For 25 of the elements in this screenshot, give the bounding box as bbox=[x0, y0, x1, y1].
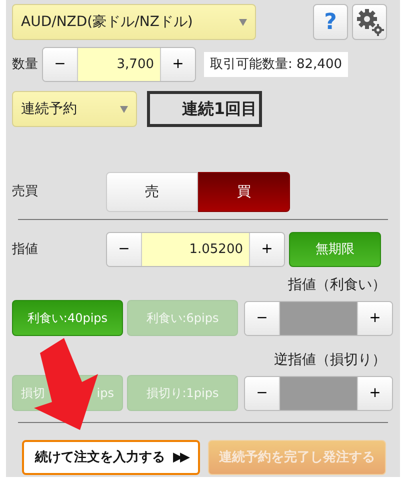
section-heading: 逆指値（損切り） bbox=[273, 351, 387, 370]
section-heading: 指値（利食い） bbox=[287, 276, 387, 295]
help-button[interactable]: ? bbox=[313, 4, 348, 40]
sequence-label: 連続1回目 bbox=[147, 91, 262, 127]
value-field[interactable]: 1.05200 bbox=[141, 233, 250, 266]
order-type-select[interactable]: 連続予約 bbox=[12, 91, 137, 127]
dropdown-caret-icon bbox=[120, 106, 128, 112]
side-label: 売買 bbox=[12, 183, 39, 202]
minus-button[interactable]: − bbox=[107, 233, 141, 266]
plus-button[interactable]: + bbox=[250, 233, 284, 266]
currency-select[interactable]: AUD/NZD(豪ドル/NZドル) bbox=[12, 4, 256, 40]
order-type-value: 連続予約 bbox=[21, 100, 77, 118]
settings-icon bbox=[356, 8, 384, 36]
limit-price-label: 指値 bbox=[12, 240, 39, 259]
side-toggle[interactable]: 買 bbox=[198, 172, 290, 212]
value-field[interactable]: 3,700 bbox=[77, 48, 161, 81]
plus-button[interactable]: + bbox=[161, 48, 195, 81]
minus-button[interactable]: − bbox=[43, 48, 77, 81]
action-button[interactable]: 続けて注文を入力する ▶▶ bbox=[22, 440, 200, 475]
currency-value: AUD/NZD(豪ドル/NZドル) bbox=[21, 12, 193, 32]
quantity-label: 数量 bbox=[12, 56, 38, 74]
settings-button[interactable] bbox=[352, 4, 387, 40]
dropdown-caret-icon bbox=[239, 18, 247, 26]
available-quantity: 取引可能数量: 82,400 bbox=[204, 52, 348, 78]
side-toggle[interactable]: 売 bbox=[106, 172, 198, 212]
